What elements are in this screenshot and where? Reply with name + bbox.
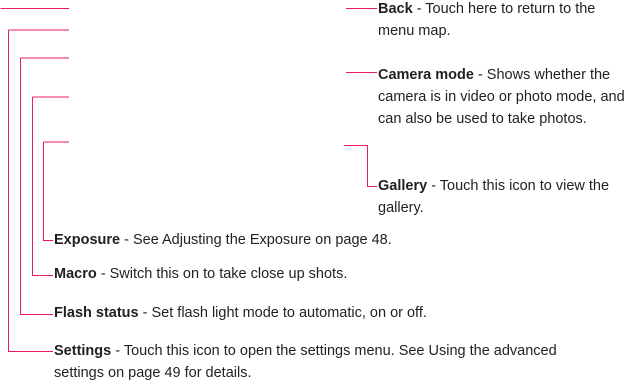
callout-macro-term: Macro [54,266,97,282]
callout-back-term: Back [378,1,413,17]
callout-exposure-term: Exposure [54,232,121,248]
callout-gallery: Gallery - Touch this icon to view the ga… [378,175,629,219]
callout-back: Back - Touch here to return to the menu … [378,0,629,42]
callout-exposure-description: - See Adjusting the Exposure on page 48. [120,232,392,248]
callout-settings: Settings - Touch this icon to open the s… [54,340,594,384]
leader-line-gallery [344,145,377,187]
callout-settings-description: - Touch this icon to open the settings m… [54,343,557,381]
callout-camera-mode-term: Camera mode [378,67,474,83]
callout-gallery-term: Gallery [378,178,428,194]
callout-settings-term: Settings [54,343,112,359]
callout-macro-description: - Switch this on to take close up shots. [96,266,348,282]
callout-flash-status: Flash status - Set flash light mode to a… [54,302,614,324]
callout-macro: Macro - Switch this on to take close up … [54,263,614,285]
callout-flash-status-term: Flash status [54,305,139,321]
callout-camera-mode: Camera mode - Shows whether the camera i… [378,64,629,130]
leader-line-exposure [43,141,69,241]
callout-flash-status-description: - Set flash light mode to automatic, on … [138,305,427,321]
callout-exposure: Exposure - See Adjusting the Exposure on… [54,229,614,251]
